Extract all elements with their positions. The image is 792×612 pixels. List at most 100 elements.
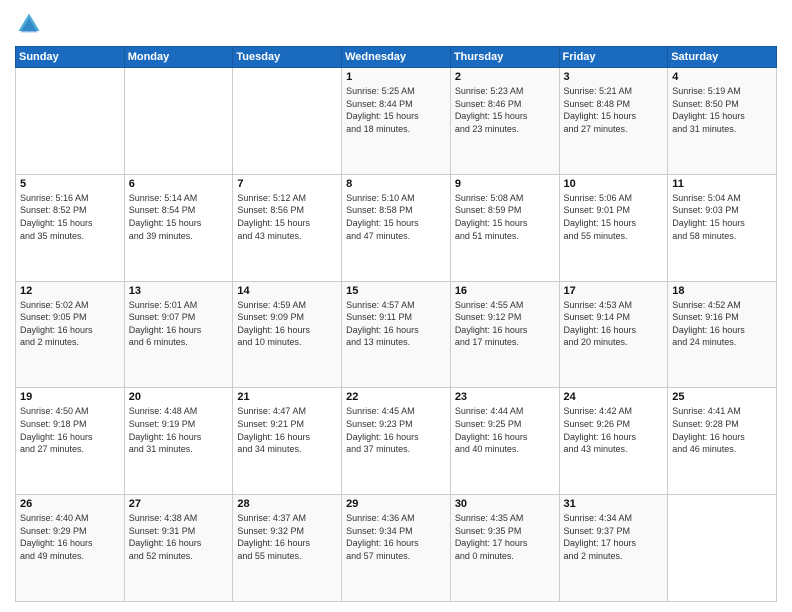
logo (15, 10, 47, 38)
day-info: Sunrise: 4:50 AM Sunset: 9:18 PM Dayligh… (20, 405, 120, 455)
day-cell: 18 Sunrise: 4:52 AM Sunset: 9:16 PM Dayli… (668, 281, 777, 388)
day-cell: 11 Sunrise: 5:04 AM Sunset: 9:03 PM Dayli… (668, 174, 777, 281)
day-cell (124, 68, 233, 175)
day-number: 12 (20, 285, 120, 297)
day-info: Sunrise: 4:47 AM Sunset: 9:21 PM Dayligh… (237, 405, 337, 455)
day-number: 17 (564, 285, 664, 297)
day-number: 23 (455, 391, 555, 403)
day-number: 5 (20, 178, 120, 190)
day-cell: 26 Sunrise: 4:40 AM Sunset: 9:29 PM Dayli… (16, 495, 125, 602)
day-number: 26 (20, 498, 120, 510)
week-row-4: 19 Sunrise: 4:50 AM Sunset: 9:18 PM Dayli… (16, 388, 777, 495)
day-number: 3 (564, 71, 664, 83)
day-cell: 3 Sunrise: 5:21 AM Sunset: 8:48 PM Daylig… (559, 68, 668, 175)
day-info: Sunrise: 5:14 AM Sunset: 8:54 PM Dayligh… (129, 192, 229, 242)
day-info: Sunrise: 4:36 AM Sunset: 9:34 PM Dayligh… (346, 512, 446, 562)
day-number: 11 (672, 178, 772, 190)
day-number: 28 (237, 498, 337, 510)
day-cell: 22 Sunrise: 4:45 AM Sunset: 9:23 PM Dayli… (342, 388, 451, 495)
day-number: 15 (346, 285, 446, 297)
day-info: Sunrise: 4:55 AM Sunset: 9:12 PM Dayligh… (455, 299, 555, 349)
day-number: 13 (129, 285, 229, 297)
day-cell: 23 Sunrise: 4:44 AM Sunset: 9:25 PM Dayli… (450, 388, 559, 495)
day-info: Sunrise: 4:40 AM Sunset: 9:29 PM Dayligh… (20, 512, 120, 562)
day-cell: 28 Sunrise: 4:37 AM Sunset: 9:32 PM Dayli… (233, 495, 342, 602)
weekday-row: SundayMondayTuesdayWednesdayThursdayFrid… (16, 47, 777, 68)
day-cell (233, 68, 342, 175)
day-cell: 6 Sunrise: 5:14 AM Sunset: 8:54 PM Daylig… (124, 174, 233, 281)
week-row-5: 26 Sunrise: 4:40 AM Sunset: 9:29 PM Dayli… (16, 495, 777, 602)
day-info: Sunrise: 4:52 AM Sunset: 9:16 PM Dayligh… (672, 299, 772, 349)
day-cell: 16 Sunrise: 4:55 AM Sunset: 9:12 PM Dayli… (450, 281, 559, 388)
day-number: 22 (346, 391, 446, 403)
week-row-2: 5 Sunrise: 5:16 AM Sunset: 8:52 PM Daylig… (16, 174, 777, 281)
day-info: Sunrise: 5:06 AM Sunset: 9:01 PM Dayligh… (564, 192, 664, 242)
weekday-header-saturday: Saturday (668, 47, 777, 68)
weekday-header-tuesday: Tuesday (233, 47, 342, 68)
day-number: 6 (129, 178, 229, 190)
day-number: 19 (20, 391, 120, 403)
day-info: Sunrise: 4:45 AM Sunset: 9:23 PM Dayligh… (346, 405, 446, 455)
day-cell: 29 Sunrise: 4:36 AM Sunset: 9:34 PM Dayli… (342, 495, 451, 602)
logo-icon (15, 10, 43, 38)
day-cell: 9 Sunrise: 5:08 AM Sunset: 8:59 PM Daylig… (450, 174, 559, 281)
day-info: Sunrise: 4:42 AM Sunset: 9:26 PM Dayligh… (564, 405, 664, 455)
day-number: 24 (564, 391, 664, 403)
weekday-header-monday: Monday (124, 47, 233, 68)
day-cell: 24 Sunrise: 4:42 AM Sunset: 9:26 PM Dayli… (559, 388, 668, 495)
day-number: 31 (564, 498, 664, 510)
day-cell: 14 Sunrise: 4:59 AM Sunset: 9:09 PM Dayli… (233, 281, 342, 388)
header (15, 10, 777, 38)
day-info: Sunrise: 4:53 AM Sunset: 9:14 PM Dayligh… (564, 299, 664, 349)
day-number: 16 (455, 285, 555, 297)
day-cell: 4Sunrise: 5:19 AM Sunset: 8:50 PM Daylig… (668, 68, 777, 175)
weekday-header-sunday: Sunday (16, 47, 125, 68)
day-cell: 1Sunrise: 5:25 AM Sunset: 8:44 PM Daylig… (342, 68, 451, 175)
calendar: SundayMondayTuesdayWednesdayThursdayFrid… (15, 46, 777, 602)
day-number: 25 (672, 391, 772, 403)
day-info: Sunrise: 5:25 AM Sunset: 8:44 PM Dayligh… (346, 85, 446, 135)
day-number: 29 (346, 498, 446, 510)
day-cell: 15 Sunrise: 4:57 AM Sunset: 9:11 PM Dayli… (342, 281, 451, 388)
day-number: 18 (672, 285, 772, 297)
day-cell: 2Sunrise: 5:23 AM Sunset: 8:46 PM Daylig… (450, 68, 559, 175)
day-info: Sunrise: 5:21 AM Sunset: 8:48 PM Dayligh… (564, 85, 664, 135)
week-row-3: 12 Sunrise: 5:02 AM Sunset: 9:05 PM Dayli… (16, 281, 777, 388)
day-number: 7 (237, 178, 337, 190)
day-number: 21 (237, 391, 337, 403)
day-info: Sunrise: 4:59 AM Sunset: 9:09 PM Dayligh… (237, 299, 337, 349)
day-cell (16, 68, 125, 175)
day-info: Sunrise: 4:57 AM Sunset: 9:11 PM Dayligh… (346, 299, 446, 349)
day-info: Sunrise: 5:02 AM Sunset: 9:05 PM Dayligh… (20, 299, 120, 349)
day-number: 14 (237, 285, 337, 297)
day-info: Sunrise: 5:08 AM Sunset: 8:59 PM Dayligh… (455, 192, 555, 242)
day-info: Sunrise: 5:10 AM Sunset: 8:58 PM Dayligh… (346, 192, 446, 242)
day-info: Sunrise: 4:38 AM Sunset: 9:31 PM Dayligh… (129, 512, 229, 562)
day-cell: 20 Sunrise: 4:48 AM Sunset: 9:19 PM Dayli… (124, 388, 233, 495)
day-number: 30 (455, 498, 555, 510)
weekday-header-thursday: Thursday (450, 47, 559, 68)
day-cell: 19 Sunrise: 4:50 AM Sunset: 9:18 PM Dayli… (16, 388, 125, 495)
day-cell (668, 495, 777, 602)
day-number: 9 (455, 178, 555, 190)
day-cell: 21 Sunrise: 4:47 AM Sunset: 9:21 PM Dayli… (233, 388, 342, 495)
day-info: Sunrise: 5:16 AM Sunset: 8:52 PM Dayligh… (20, 192, 120, 242)
day-cell: 12 Sunrise: 5:02 AM Sunset: 9:05 PM Dayli… (16, 281, 125, 388)
day-cell: 5 Sunrise: 5:16 AM Sunset: 8:52 PM Daylig… (16, 174, 125, 281)
day-number: 10 (564, 178, 664, 190)
day-info: Sunrise: 5:04 AM Sunset: 9:03 PM Dayligh… (672, 192, 772, 242)
day-cell: 30Sunrise: 4:35 AM Sunset: 9:35 PM Dayli… (450, 495, 559, 602)
day-cell: 10 Sunrise: 5:06 AM Sunset: 9:01 PM Dayli… (559, 174, 668, 281)
day-info: Sunrise: 4:44 AM Sunset: 9:25 PM Dayligh… (455, 405, 555, 455)
day-cell: 31Sunrise: 4:34 AM Sunset: 9:37 PM Dayli… (559, 495, 668, 602)
day-info: Sunrise: 4:37 AM Sunset: 9:32 PM Dayligh… (237, 512, 337, 562)
day-info: Sunrise: 5:19 AM Sunset: 8:50 PM Dayligh… (672, 85, 772, 135)
day-number: 8 (346, 178, 446, 190)
weekday-header-wednesday: Wednesday (342, 47, 451, 68)
day-info: Sunrise: 4:41 AM Sunset: 9:28 PM Dayligh… (672, 405, 772, 455)
day-cell: 8 Sunrise: 5:10 AM Sunset: 8:58 PM Daylig… (342, 174, 451, 281)
day-info: Sunrise: 5:01 AM Sunset: 9:07 PM Dayligh… (129, 299, 229, 349)
day-cell: 17 Sunrise: 4:53 AM Sunset: 9:14 PM Dayli… (559, 281, 668, 388)
day-info: Sunrise: 4:48 AM Sunset: 9:19 PM Dayligh… (129, 405, 229, 455)
day-number: 20 (129, 391, 229, 403)
